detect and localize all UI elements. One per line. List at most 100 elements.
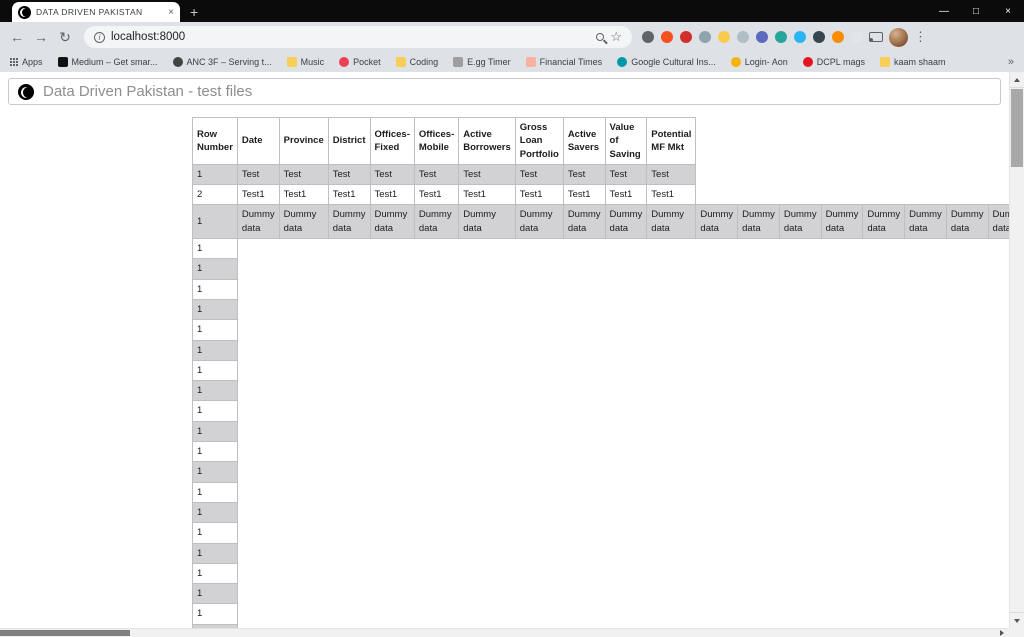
page-header: Data Driven Pakistan - test files [8,78,1001,105]
table-row: 1 [193,584,1010,604]
table-cell: Dummy data [515,205,563,239]
table-cell: Test [647,164,696,184]
extension-blue-icon[interactable] [794,31,806,43]
address-text[interactable]: localhost:8000 [111,31,590,43]
extension-red-badge-icon[interactable] [680,31,692,43]
apps-label: Apps [22,57,43,67]
table-cell: 1 [193,381,238,401]
bookmark-label: kaam shaam [894,57,946,67]
bookmark-item[interactable]: Music [287,57,325,67]
table-row: 2Test1Test1Test1Test1Test1Test1Test1Test… [193,185,1010,205]
back-icon[interactable]: ← [8,29,26,45]
profile-avatar[interactable] [889,28,908,47]
table-cell: 1 [193,259,238,279]
extension-teal-icon[interactable] [775,31,787,43]
table-cell: 1 [193,584,238,604]
bookmark-item[interactable]: ANC 3F – Serving t... [173,57,272,67]
table-cell: Test [515,164,563,184]
table-row: 1 [193,563,1010,583]
reload-icon[interactable]: ↻ [56,29,74,46]
tab-close-icon[interactable]: × [168,7,174,18]
bookmark-item[interactable]: Google Cultural Ins... [617,57,716,67]
table-row: 1 [193,401,1010,421]
menu-icon[interactable]: ⋮ [914,29,926,45]
window-controls: — □ × [928,0,1024,22]
column-header: Active Borrowers [459,118,516,165]
zoom-icon[interactable] [596,33,604,41]
extension-light-icon[interactable] [851,31,863,43]
apps-grid-icon [10,58,18,66]
scroll-up-button[interactable] [1010,72,1024,88]
bookmark-item[interactable]: Financial Times [526,57,603,67]
vertical-scrollbar-thumb[interactable] [1011,89,1023,167]
table-cell: Test1 [279,185,328,205]
table-cell: Dummy data [459,205,516,239]
bookmark-item[interactable]: Medium – Get smar... [58,57,158,67]
close-icon[interactable]: × [992,0,1024,22]
square-icon [453,57,463,67]
extension-gray-icon[interactable] [737,31,749,43]
table-cell: 1 [193,482,238,502]
circle-icon [731,57,741,67]
bookmark-item[interactable]: Login- Aon [731,57,788,67]
bookmark-item[interactable]: Pocket [339,57,381,67]
maximize-icon[interactable]: □ [960,0,992,22]
page-viewport: Data Driven Pakistan - test files Row Nu… [0,72,1024,637]
extension-orange-arrow-icon[interactable] [661,31,673,43]
extension-yellow-note-icon[interactable] [718,31,730,43]
bookmark-label: Login- Aon [745,57,788,67]
info-icon[interactable]: i [94,32,105,43]
table-cell: Dummy data [279,205,328,239]
bookmark-label: DCPL mags [817,57,865,67]
scroll-right-button[interactable] [996,629,1008,637]
horizontal-scrollbar-thumb[interactable] [0,630,130,636]
circle-icon [803,57,813,67]
table-cell: Test1 [647,185,696,205]
extension-indigo-icon[interactable] [756,31,768,43]
table-cell: Test1 [459,185,516,205]
extension-bird-icon[interactable] [699,31,711,43]
minimize-icon[interactable]: — [928,0,960,22]
extension-swoosh-icon[interactable] [642,31,654,43]
column-header: Active Savers [563,118,605,165]
header-row: Row NumberDateProvinceDistrictOffices-Fi… [193,118,1010,165]
extension-droplet-icon[interactable] [813,31,825,43]
horizontal-scrollbar[interactable] [0,628,1024,637]
column-header: Value of Saving [605,118,647,165]
bookmark-star-icon[interactable]: ☆ [610,29,622,45]
scroll-down-button[interactable] [1010,612,1024,628]
cast-icon[interactable] [869,32,883,42]
table-cell: Test [370,164,414,184]
bookmark-item[interactable]: E.gg Timer [453,57,511,67]
vertical-scrollbar[interactable] [1009,72,1024,628]
toolbar: ← → ↻ i localhost:8000 ☆ ⋮ [0,22,1024,52]
browser-tab[interactable]: DATA DRIVEN PAKISTAN × [12,2,180,22]
bookmarks-overflow-icon[interactable]: » [1008,56,1014,68]
folder-icon [287,57,297,67]
table-cell: 1 [193,360,238,380]
table-cell: Dummy data [696,205,738,239]
bookmark-label: Coding [410,57,439,67]
table-cell: Test [414,164,458,184]
page-content: Data Driven Pakistan - test files Row Nu… [0,72,1009,628]
table-cell: 1 [193,543,238,563]
table-cell: 1 [193,205,238,239]
bookmark-item[interactable]: Coding [396,57,439,67]
new-tab-button[interactable]: + [190,4,198,22]
table-cell: Test1 [328,185,370,205]
table-row: 1 [193,381,1010,401]
table-cell: Dummy data [821,205,863,239]
table-cell: Test [563,164,605,184]
forward-icon[interactable]: → [32,29,50,45]
bookmark-item[interactable]: DCPL mags [803,57,865,67]
table-cell: 1 [193,320,238,340]
extension-pencil-icon[interactable] [832,31,844,43]
table-row: 1 [193,259,1010,279]
table-row: 1 [193,360,1010,380]
apps-shortcut[interactable]: Apps [10,57,43,67]
bookmark-item[interactable]: kaam shaam [880,57,946,67]
address-bar[interactable]: i localhost:8000 ☆ [84,26,632,48]
bookmark-label: Google Cultural Ins... [631,57,716,67]
browser-window: DATA DRIVEN PAKISTAN × + — □ × ← → ↻ i l… [0,0,1024,637]
table-row: 1 [193,340,1010,360]
